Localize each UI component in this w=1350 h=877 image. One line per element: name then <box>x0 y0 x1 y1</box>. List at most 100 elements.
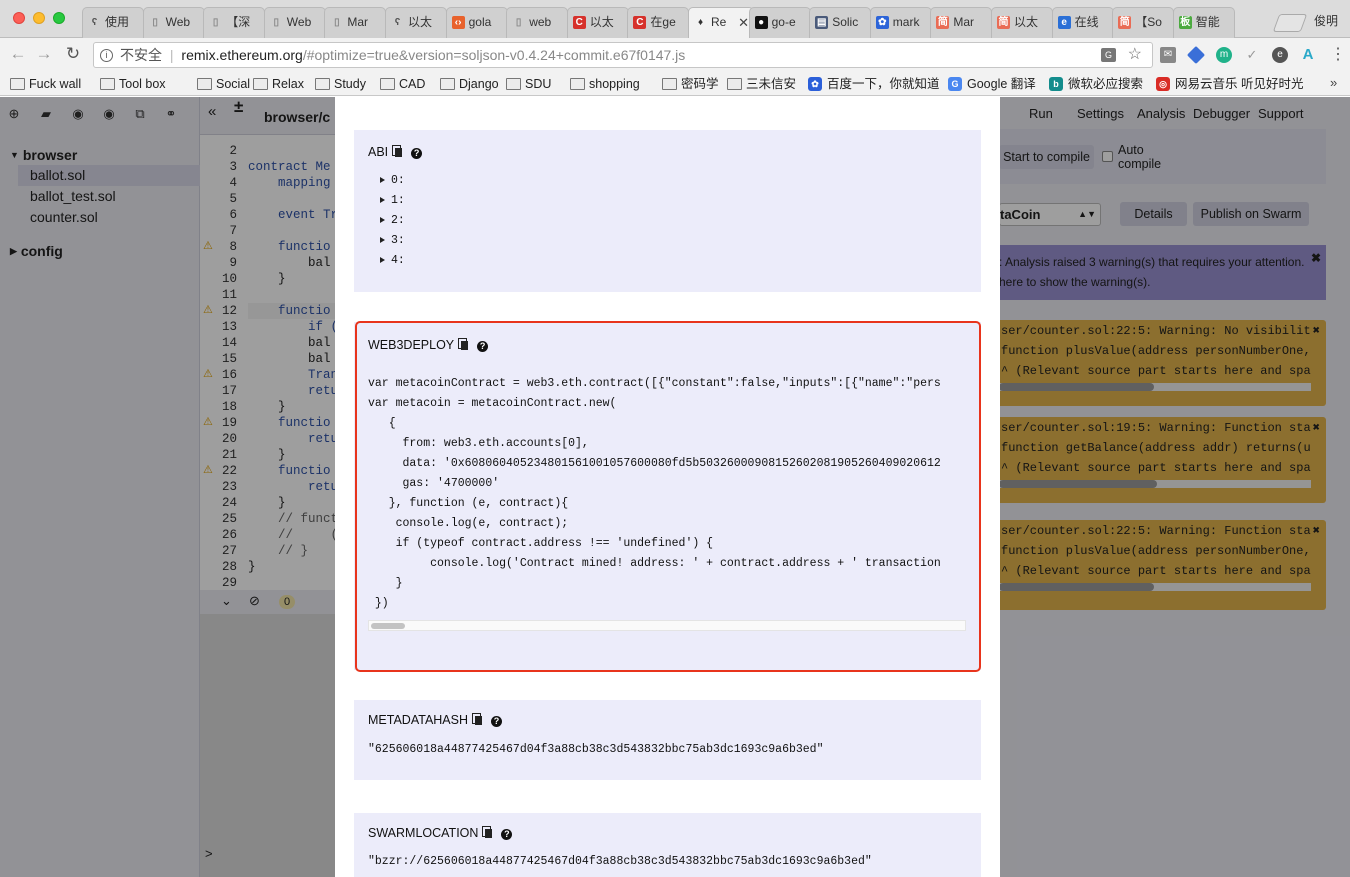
abi-item-1[interactable]: 1: <box>380 194 405 207</box>
bookmark-label: 百度一下，你就知道 <box>827 77 940 91</box>
browser-tab-6[interactable]: ‹› gola <box>445 7 508 38</box>
more-bookmarks-icon[interactable]: » <box>1330 75 1337 90</box>
browser-tab-15[interactable]: 简以太 <box>991 7 1053 38</box>
back-arrow-icon[interactable]: ← <box>8 44 28 64</box>
gmail-checker-icon[interactable]: ✉ <box>1160 47 1176 63</box>
abi-item-label: 0: <box>391 174 405 187</box>
browser-tab-4[interactable]: ▯ Mar <box>324 7 387 38</box>
jianshu-icon: 简 <box>1118 16 1132 29</box>
url-path: /#optimize=true&version=soljson-v0.4.24+… <box>302 47 686 63</box>
bookmark-1[interactable]: Tool box <box>100 75 166 93</box>
help-icon[interactable]: ? <box>501 829 513 840</box>
abi-item-3[interactable]: 3: <box>380 234 405 247</box>
document-icon: ▯ <box>334 17 340 28</box>
browser-tab-5[interactable]: ʕ 以太 <box>385 7 447 38</box>
bookmark-13[interactable]: b 微软必应搜索 <box>1049 75 1143 93</box>
browser-tab-1[interactable]: ▯ Web <box>142 7 205 38</box>
abi-item-label: 4: <box>391 254 405 267</box>
browser-tab-12[interactable]: ▤ Solic <box>809 7 872 38</box>
bookmark-5[interactable]: CAD <box>380 75 425 93</box>
folder-icon <box>100 78 115 90</box>
browser-tab-9[interactable]: C 在ge <box>627 7 690 38</box>
browser-tab-16[interactable]: e 在线 <box>1051 7 1114 38</box>
browser-tab-11[interactable]: ● go-e <box>748 7 811 38</box>
section-title: SWARMLOCATION <box>368 826 479 840</box>
browser-tab-10[interactable]: ♦ Re ✕ <box>688 7 754 38</box>
copy-icon[interactable] <box>482 826 493 838</box>
caret-right-icon <box>380 237 385 243</box>
bookmark-6[interactable]: Django <box>440 75 499 93</box>
board-icon: 板 <box>1178 16 1192 29</box>
browser-tab-13[interactable]: ✿ mark <box>869 7 932 38</box>
bookmark-12[interactable]: G Google 翻译 <box>948 75 1036 93</box>
bookmark-14[interactable]: ◎ 网易云音乐 听见好时光 <box>1156 75 1303 93</box>
bookmark-0[interactable]: Fuck wall <box>10 75 81 93</box>
bookmark-11[interactable]: ✿ 百度一下，你就知道 <box>808 75 940 93</box>
maximize-window-button[interactable] <box>53 12 65 24</box>
close-window-button[interactable] <box>13 12 25 24</box>
document-icon: ▯ <box>152 17 158 28</box>
bookmark-star-icon[interactable]: ☆ <box>1128 43 1142 67</box>
browser-tab-18[interactable]: 板智能 <box>1172 7 1235 38</box>
swarmlocation-header: SWARMLOCATION? <box>368 826 513 840</box>
translate-icon[interactable]: G <box>1101 48 1116 62</box>
help-icon[interactable]: ? <box>491 716 503 727</box>
tab-label: 【深 <box>226 15 251 29</box>
abi-item-0[interactable]: 0: <box>380 174 405 187</box>
csdn-icon: C <box>572 16 586 29</box>
bookmark-4[interactable]: Study <box>315 75 366 93</box>
reload-icon[interactable]: ↻ <box>63 44 83 64</box>
folder-icon <box>10 78 25 90</box>
browser-tab-17[interactable]: 简【So <box>1112 7 1175 38</box>
evernote-icon[interactable]: e <box>1272 47 1288 63</box>
chrome-menu-icon[interactable]: ⋮ <box>1330 44 1346 64</box>
close-tab-icon[interactable]: ✕ <box>738 8 749 37</box>
bookmark-label: Google 翻译 <box>967 77 1036 91</box>
jianshu-icon: 简 <box>936 16 950 29</box>
caret-right-icon <box>380 197 385 203</box>
profile-name[interactable]: 俊明 <box>1314 12 1338 29</box>
help-icon[interactable]: ? <box>411 148 423 159</box>
modal-backdrop-right[interactable] <box>1000 97 1350 877</box>
copy-icon[interactable] <box>472 713 483 725</box>
check-extension-icon[interactable]: ✓ <box>1244 47 1260 63</box>
bookmark-label: Study <box>334 77 366 91</box>
browser-tab-0[interactable]: ʕ 使用 <box>82 7 144 38</box>
browser-tab-7[interactable]: ▯ web <box>506 7 569 38</box>
a-extension-icon[interactable]: A <box>1300 47 1316 63</box>
folder-icon <box>727 78 742 90</box>
info-icon[interactable]: i <box>100 49 113 62</box>
tab-label: Mar <box>347 15 369 29</box>
forward-arrow-icon[interactable]: → <box>34 44 54 64</box>
bookmark-7[interactable]: SDU <box>506 75 551 93</box>
bookmark-9[interactable]: 密码学 <box>662 75 719 93</box>
address-bar[interactable]: i 不安全 | remix.ethereum.org/#optimize=tru… <box>93 42 1153 68</box>
new-tab-button[interactable] <box>1272 14 1308 32</box>
minimize-window-button[interactable] <box>33 12 45 24</box>
folder-icon <box>380 78 395 90</box>
ethereum-icon: ♦ <box>697 17 704 28</box>
url-host: remix.ethereum.org <box>181 47 303 63</box>
bookmark-3[interactable]: Relax <box>253 75 304 93</box>
abi-item-4[interactable]: 4: <box>380 254 405 267</box>
bookmark-2[interactable]: Social <box>197 75 250 93</box>
bookmark-label: Relax <box>272 77 304 91</box>
tab-label: 以太 <box>1014 15 1039 29</box>
bookmark-10[interactable]: 三未信安 <box>727 75 796 93</box>
modal-backdrop-left[interactable] <box>0 97 335 877</box>
copy-icon[interactable] <box>392 145 403 157</box>
abi-item-2[interactable]: 2: <box>380 214 405 227</box>
tab-label: Solic <box>832 15 859 29</box>
security-label[interactable]: 不安全 <box>120 47 162 63</box>
bookmark-8[interactable]: shopping <box>570 75 640 93</box>
folder-icon <box>440 78 455 90</box>
browser-tab-3[interactable]: ▯ Web <box>263 7 326 38</box>
swarmlocation-value: "bzzr://625606018a44877425467d04f3a88cb3… <box>368 855 872 868</box>
browser-tab-14[interactable]: 简 Mar <box>930 7 993 38</box>
green-m-extension-icon[interactable]: m <box>1216 47 1232 63</box>
abi-item-label: 1: <box>391 194 405 207</box>
blue-diamond-extension-icon[interactable] <box>1186 45 1206 65</box>
tab-label: web <box>529 15 552 29</box>
browser-tab-8[interactable]: C 以太 <box>566 7 629 38</box>
browser-tab-2[interactable]: ▯ 【深 <box>203 7 266 38</box>
